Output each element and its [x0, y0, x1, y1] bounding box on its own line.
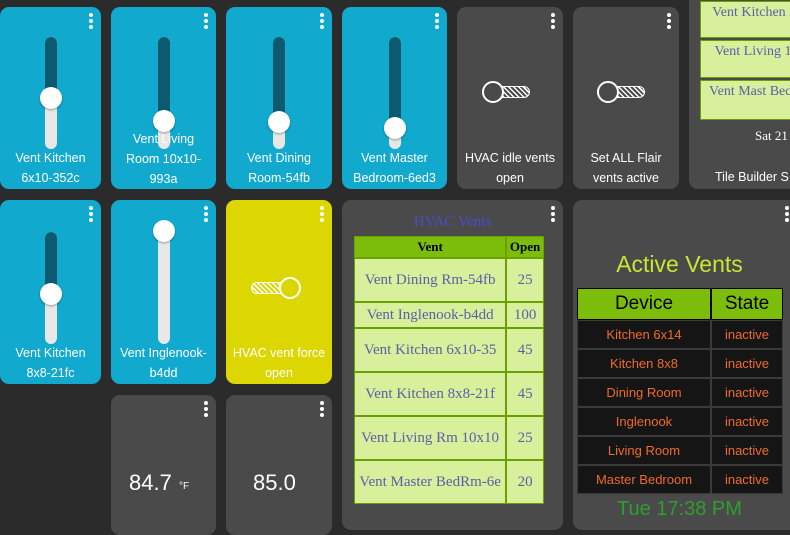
table-row: Vent Kitchen 8x8-21f 45 — [354, 372, 544, 416]
device-state: inactive — [711, 407, 783, 436]
tile-label: HVAC vent force open — [232, 346, 326, 380]
vent-name: Vent Living Rm 10x10 — [354, 416, 507, 460]
more-icon[interactable] — [551, 13, 555, 29]
tile-vent-kitchen-352c[interactable]: Vent Kitchen 6x10-352c — [0, 7, 101, 189]
more-icon[interactable] — [435, 13, 439, 29]
active-vents-title: Active Vents — [616, 251, 743, 277]
device-name: Kitchen 8x8 — [577, 349, 711, 378]
hvac-vents-title: HVAC Vents — [413, 214, 492, 230]
tile-hvac-vents[interactable]: HVAC Vents Vent Open Vent Dining Rm-54fb… — [342, 200, 563, 530]
toggle-switch-off[interactable] — [482, 81, 530, 103]
tile-label: Tile Builder S — [715, 170, 789, 184]
table-row: Kitchen 6x14 inactive — [577, 320, 783, 349]
column-header: State — [711, 288, 783, 320]
tile-builder-table: Vent Kitchen 21f Vent Living 10x Vent Ma… — [700, 1, 790, 120]
tile-vent-kitchen-21fc[interactable]: Vent Kitchen 8x8-21fc — [0, 200, 101, 384]
vent-name: Vent Kitchen 8x8-21f — [354, 372, 507, 416]
table-row: Vent Kitchen 6x10-35 45 — [354, 328, 544, 372]
tile-vent-living[interactable]: Vent Living Room 10x10-993a — [111, 7, 216, 189]
tile-label: Vent Master Bedroom-6ed3 — [353, 151, 436, 185]
tile-temperature-1[interactable]: 84.7 °F — [111, 395, 216, 535]
slider-knob[interactable] — [39, 87, 62, 109]
vent-name: Vent Master BedRm-6e — [354, 460, 507, 504]
tile-active-vents[interactable]: Active Vents Device State Kitchen 6x14 in… — [573, 200, 790, 530]
tile-builder-row: Vent Mast Bedroo — [700, 80, 790, 120]
table-row: Living Room inactive — [577, 436, 783, 465]
device-name: Master Bedroom — [577, 465, 711, 494]
table-row: Vent Living Rm 10x10 25 — [354, 416, 544, 460]
tile-builder-row: Vent Kitchen 21f — [700, 1, 790, 38]
toggle-switch-off[interactable] — [597, 81, 645, 103]
tile-vent-master[interactable]: Vent Master Bedroom-6ed3 — [342, 7, 447, 189]
table-row: Vent Inglenook-b4dd 100 — [354, 302, 544, 328]
table-row: Master Bedroom inactive — [577, 465, 783, 494]
table-row: Dining Room inactive — [577, 378, 783, 407]
tile-label: Vent Kitchen 6x10-352c — [15, 151, 86, 185]
column-header: Vent — [354, 236, 507, 258]
device-name: Inglenook — [577, 407, 711, 436]
temperature-unit: °F — [179, 481, 190, 492]
vent-name: Vent Kitchen 6x10-35 — [354, 328, 507, 372]
hvac-vents-table: Vent Open Vent Dining Rm-54fb 25 Vent Ing… — [354, 236, 544, 504]
more-icon[interactable] — [89, 13, 93, 29]
slider-knob[interactable] — [39, 283, 62, 305]
tile-label: Vent Dining Room-54fb — [247, 151, 311, 185]
more-icon[interactable] — [320, 13, 324, 29]
tile-label: Set ALL Flair vents active — [590, 151, 662, 185]
vent-open: 25 — [506, 416, 544, 460]
device-name: Dining Room — [577, 378, 711, 407]
active-vents-table: Device State Kitchen 6x14 inactive Kitche… — [577, 288, 783, 494]
slider-knob[interactable] — [268, 111, 290, 133]
toggle-switch-on[interactable] — [251, 277, 301, 299]
device-name: Living Room — [577, 436, 711, 465]
tile-label: Vent Living Room 10x10-993a — [125, 132, 202, 186]
footer-time: Tue 17:38 PM — [617, 498, 742, 520]
vent-open: 100 — [506, 302, 544, 328]
tile-builder-partial[interactable]: Vent Kitchen 21f Vent Living 10x Vent Ma… — [689, 0, 790, 189]
more-icon[interactable] — [320, 206, 324, 222]
column-header: Device — [577, 288, 711, 320]
vent-slider[interactable] — [157, 232, 170, 344]
tile-temperature-2[interactable]: 85.0 — [226, 395, 332, 535]
more-icon[interactable] — [320, 401, 324, 417]
more-icon[interactable] — [204, 206, 208, 222]
device-state: inactive — [711, 436, 783, 465]
tile-builder-row: Vent Living 10x — [700, 40, 790, 78]
device-state: inactive — [711, 320, 783, 349]
table-row: Kitchen 8x8 inactive — [577, 349, 783, 378]
table-row: Inglenook inactive — [577, 407, 783, 436]
vent-name: Vent Inglenook-b4dd — [354, 302, 507, 328]
temperature-value: 85.0 — [253, 470, 296, 495]
slider-knob[interactable] — [152, 220, 175, 242]
tile-vent-dining[interactable]: Vent Dining Room-54fb — [226, 7, 332, 189]
tile-vent-inglenook[interactable]: Vent Inglenook-b4dd — [111, 200, 216, 384]
table-row: Vent Master BedRm-6e 20 — [354, 460, 544, 504]
device-name: Kitchen 6x14 — [577, 320, 711, 349]
device-state: inactive — [711, 378, 783, 407]
tile-hvac-idle[interactable]: HVAC idle vents open — [457, 7, 563, 189]
tile-set-all-flair[interactable]: Set ALL Flair vents active — [573, 7, 679, 189]
device-state: inactive — [711, 349, 783, 378]
more-icon[interactable] — [204, 401, 208, 417]
vent-open: 20 — [506, 460, 544, 504]
vent-open: 45 — [506, 372, 544, 416]
table-row: Vent Dining Rm-54fb 25 — [354, 258, 544, 302]
more-icon[interactable] — [204, 13, 208, 29]
vent-open: 45 — [506, 328, 544, 372]
more-icon[interactable] — [89, 206, 93, 222]
tile-label: Vent Kitchen 8x8-21fc — [15, 346, 86, 380]
tile-label: HVAC idle vents open — [464, 151, 556, 185]
vent-open: 25 — [506, 258, 544, 302]
device-state: inactive — [711, 465, 783, 494]
tile-builder-date: Sat 21 — [755, 128, 788, 143]
vent-name: Vent Dining Rm-54fb — [354, 258, 507, 302]
temperature-value: 84.7 — [129, 470, 172, 495]
slider-knob[interactable] — [383, 117, 406, 139]
tile-hvac-force[interactable]: HVAC vent force open — [226, 200, 332, 384]
more-icon[interactable] — [785, 206, 789, 222]
column-header: Open — [506, 236, 544, 258]
tile-label: Vent Inglenook-b4dd — [120, 346, 207, 380]
more-icon[interactable] — [667, 13, 671, 29]
